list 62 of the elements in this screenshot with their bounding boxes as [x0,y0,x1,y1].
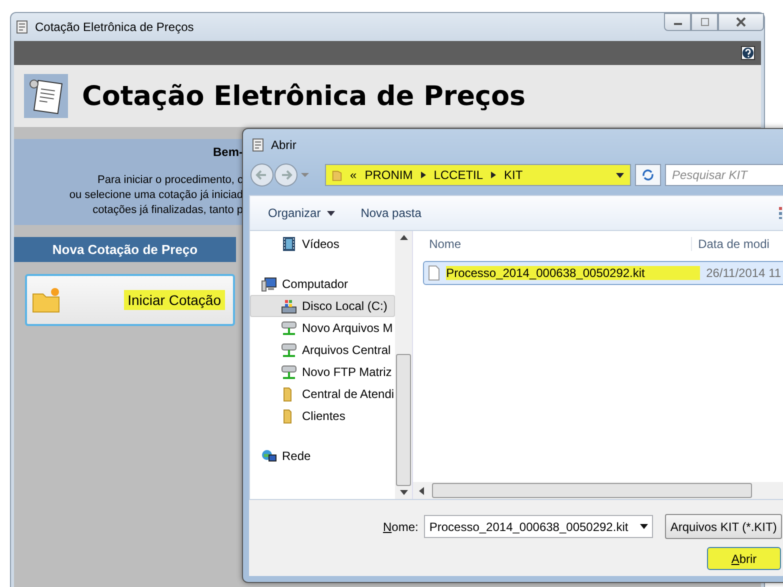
dialog-title: Abrir [271,138,296,152]
scrollbar[interactable] [413,482,783,499]
open-button[interactable]: Abrir [707,547,781,570]
nav-item[interactable]: Disco Local (C:) [250,295,396,317]
toolbar-button[interactable]: Organizar [268,204,335,222]
breadcrumb[interactable]: KIT [504,168,523,182]
close-button[interactable] [718,13,764,31]
minimize-button[interactable] [664,13,691,31]
folder-icon [31,286,61,314]
section-header: Nova Cotação de Preço [14,237,236,262]
nav-item[interactable]: Novo FTP Matriz [250,361,396,383]
filename-field[interactable]: Processo_2014_000638_0050292.kit [424,515,654,538]
column-header[interactable]: Data de modi [691,237,770,251]
welcome-heading: Bem- [212,145,243,159]
film-icon [281,236,297,252]
address-bar[interactable]: « PRONIM LCCETIL KIT [325,164,631,186]
chevron-icon[interactable] [491,171,496,179]
window-title: Cotação Eletrônica de Preços [35,20,194,34]
nav-item[interactable]: Arquivos Central [250,339,396,361]
refresh-button[interactable] [635,164,661,186]
nav-item[interactable]: Central de Atendi [250,383,396,405]
document-icon [15,20,29,34]
dropdown-icon[interactable] [616,172,624,178]
drive-icon [281,298,297,314]
scroll-up-icon[interactable] [400,235,408,240]
network-drive-icon [281,364,297,380]
maximize-button[interactable] [691,13,718,31]
folder-icon [332,168,342,182]
toolbar-button[interactable]: Nova pasta [360,204,422,222]
scroll-left-icon[interactable] [419,486,424,494]
document-icon [251,138,265,152]
search-field[interactable]: Pesquisar KIT [665,164,783,186]
refresh-icon [641,168,655,182]
network-drive-icon [281,342,297,358]
computer-icon [261,276,277,292]
network-icon [261,448,277,464]
app-title: Cotação Eletrônica de Preços [82,80,526,112]
file-row[interactable]: Processo_2014_000638_0050292.kit 26/11/2014 11 [423,261,783,285]
nav-item[interactable]: Computador [250,273,396,295]
dropdown-icon[interactable] [640,524,648,529]
nav-item[interactable]: Novo Arquivos M [250,317,396,339]
scrollbar[interactable] [395,231,412,499]
overflow-chevron[interactable]: « [350,168,357,182]
column-header[interactable]: Nome [423,237,692,251]
welcome-text: ou selecione uma cotação já iniciad [69,188,243,203]
chevron-icon[interactable] [420,171,426,179]
caret-icon [326,210,335,216]
close-icon [736,17,746,27]
maximize-icon [700,17,710,27]
nav-item[interactable]: Clientes [250,405,396,427]
nav-item[interactable]: Vídeos [250,233,396,255]
help-icon[interactable] [741,46,755,60]
nav-item[interactable]: Rede [250,445,396,467]
scroll-down-icon[interactable] [400,490,408,495]
breadcrumb[interactable]: PRONIM [364,168,413,182]
document-icon [24,74,68,118]
field-label: Nome: [383,520,418,534]
file-icon [428,265,440,281]
network-drive-icon [281,320,297,336]
file-type-dropdown[interactable]: Arquivos KIT (*.KIT) [665,514,782,539]
start-quote-button[interactable]: Iniciar Cotação [25,274,235,326]
breadcrumb[interactable]: LCCETIL [434,168,484,182]
